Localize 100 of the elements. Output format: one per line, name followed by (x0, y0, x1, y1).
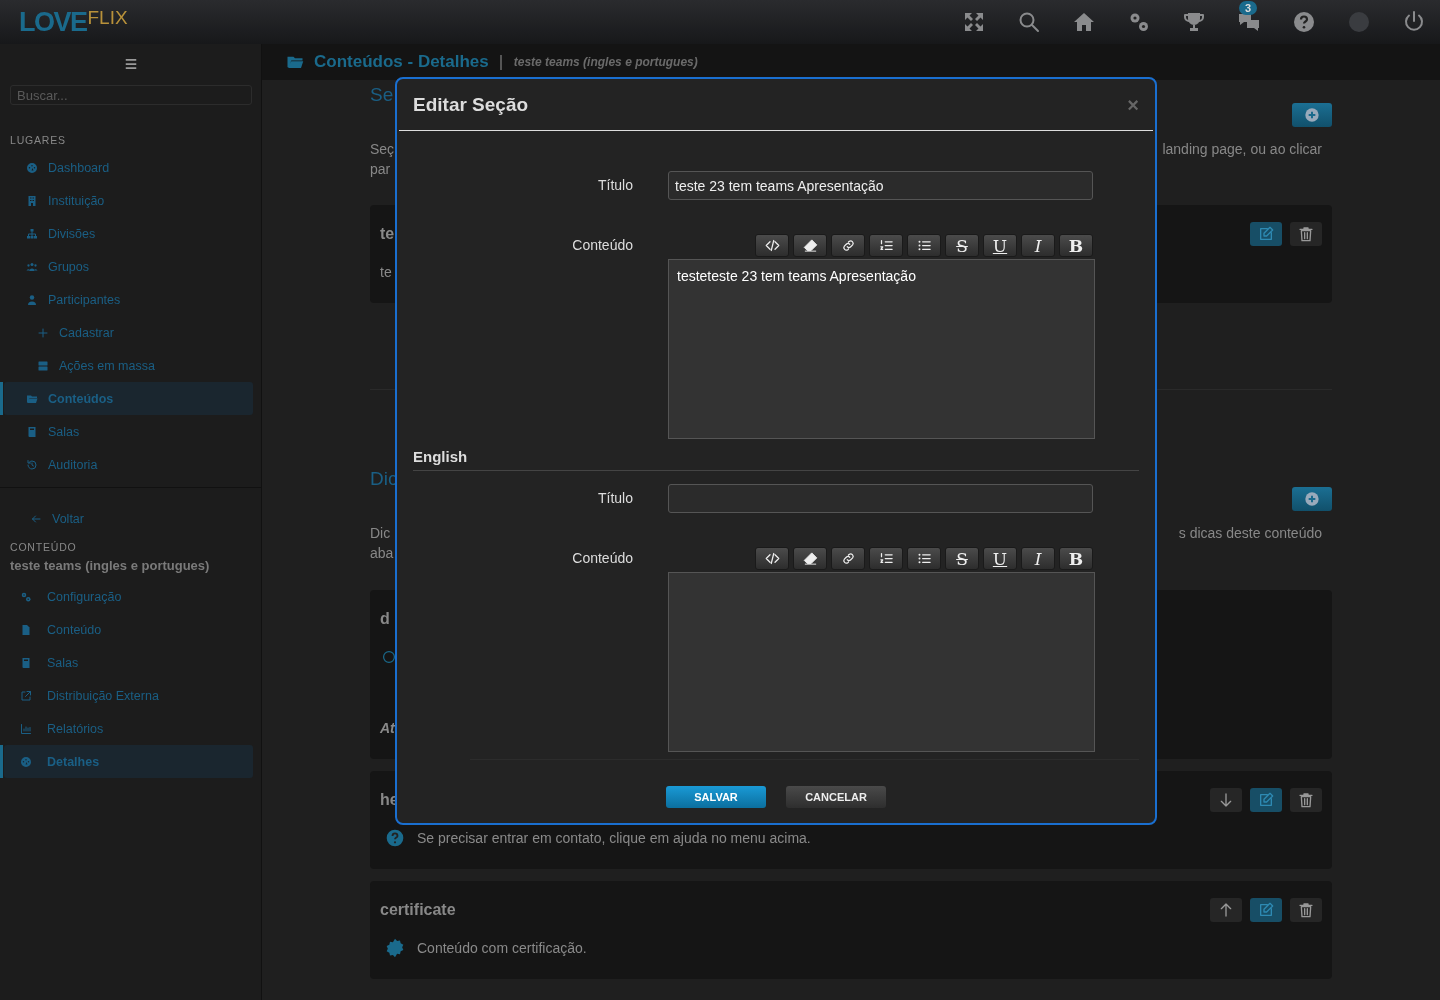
link-button[interactable] (831, 547, 865, 570)
content-title: teste teams (ingles e portugues) (10, 557, 211, 575)
bullet-list-button[interactable] (907, 547, 941, 570)
clear-format-button[interactable] (793, 234, 827, 257)
file-icon (20, 623, 32, 636)
trash-icon (1298, 226, 1314, 242)
gauge-icon (26, 161, 38, 174)
arrow-down-icon (1218, 792, 1234, 808)
edit-button[interactable] (1250, 788, 1282, 812)
move-down-button[interactable] (1210, 788, 1242, 812)
code-icon (764, 551, 780, 566)
edit-button[interactable] (1250, 222, 1282, 246)
back-link[interactable]: Voltar (4, 502, 253, 535)
sidebar-item[interactable]: Dashboard (4, 151, 253, 184)
bullet-list-button[interactable] (907, 234, 941, 257)
edit-icon (1258, 792, 1274, 808)
sitemap-icon (26, 227, 38, 240)
arrow-up-icon (1218, 902, 1234, 918)
ordered-list-button[interactable] (869, 547, 903, 570)
sidebar-item[interactable]: Ações em massa (4, 349, 253, 382)
ordered-list-icon (878, 238, 894, 253)
search-icon[interactable] (1017, 10, 1041, 34)
strikethrough-button[interactable]: S (945, 547, 979, 570)
edit-button[interactable] (1250, 898, 1282, 922)
plus-circle-icon (1304, 491, 1320, 507)
sidebar-item[interactable]: Participantes (4, 283, 253, 316)
sidebar-item[interactable]: Salas (4, 415, 253, 448)
section-heading: Se (370, 83, 394, 107)
link-icon (840, 238, 856, 253)
sidebar-item[interactable]: Salas (4, 646, 253, 679)
trash-icon (1298, 792, 1314, 808)
link-button[interactable] (831, 234, 865, 257)
description-text: Seç (370, 140, 395, 159)
notification-badge: 3 (1239, 1, 1258, 15)
language-heading: English (413, 447, 1139, 471)
code-button[interactable] (755, 234, 789, 257)
eraser-icon (802, 238, 818, 253)
title-field[interactable]: teste 23 tem teams Apresentação (668, 171, 1093, 200)
delete-button[interactable] (1290, 788, 1322, 812)
code-button[interactable] (755, 547, 789, 570)
book-icon (20, 656, 32, 669)
card-title: d (380, 610, 390, 628)
sidebar-item[interactable]: Conteúdo (4, 613, 253, 646)
delete-button[interactable] (1290, 898, 1322, 922)
code-icon (764, 238, 780, 253)
field-label: Conteúdo (571, 549, 633, 568)
menu-icon[interactable] (123, 57, 138, 71)
plus-icon (37, 326, 49, 339)
cancel-button[interactable]: CANCELAR (786, 786, 886, 808)
external-link-icon (20, 689, 32, 702)
add-button[interactable] (1292, 103, 1332, 127)
home-icon[interactable] (1072, 10, 1096, 34)
card-text: At (380, 720, 395, 736)
save-button[interactable]: SALVAR (666, 786, 766, 808)
sidebar-item[interactable]: Divisões (4, 217, 253, 250)
field-label: Conteúdo (571, 236, 633, 255)
content-editor[interactable]: testeteste 23 tem teams Apresentação (668, 259, 1095, 439)
eraser-icon (802, 551, 818, 566)
edit-icon (1258, 226, 1274, 242)
link-icon (840, 551, 856, 566)
card-text: Se precisar entrar em contato, clique em ajuda no menu acima. (417, 830, 811, 846)
move-up-button[interactable] (1210, 898, 1242, 922)
ordered-list-button[interactable] (869, 234, 903, 257)
italic-button[interactable]: I (1021, 547, 1055, 570)
help-icon[interactable] (1292, 10, 1316, 34)
strikethrough-button[interactable]: S (945, 234, 979, 257)
user-icon (26, 293, 38, 306)
sidebar-item[interactable]: Instituição (4, 184, 253, 217)
sidebar-item[interactable]: Auditoria (4, 448, 253, 481)
sidebar-item[interactable]: Relatórios (4, 712, 253, 745)
italic-button[interactable]: I (1021, 234, 1055, 257)
trophy-icon[interactable] (1182, 10, 1206, 34)
bold-button[interactable]: B (1059, 234, 1093, 257)
bar-chart-icon (20, 722, 32, 735)
add-button[interactable] (1292, 487, 1332, 511)
card-text: te (380, 264, 392, 280)
page-subtitle: teste teams (ingles e portugues) (513, 55, 698, 69)
sidebar-item[interactable]: Distribuição Externa (4, 679, 253, 712)
card-title: te (380, 225, 395, 243)
sidebar-item[interactable]: Grupos (4, 250, 253, 283)
bullet-list-icon (916, 551, 932, 566)
underline-button[interactable]: U (983, 547, 1017, 570)
book-icon (26, 425, 38, 438)
search-field[interactable]: Buscar... (10, 85, 252, 105)
field-label: Título (597, 176, 633, 195)
description-text: aba (370, 544, 394, 563)
close-button[interactable]: × (1127, 94, 1139, 115)
title-field[interactable] (668, 484, 1093, 513)
clear-format-button[interactable] (793, 547, 827, 570)
bullet-list-icon (916, 238, 932, 253)
power-icon[interactable] (1402, 10, 1426, 34)
underline-button[interactable]: U (983, 234, 1017, 257)
server-icon (37, 359, 49, 372)
bold-button[interactable]: B (1059, 547, 1093, 570)
sidebar-item[interactable]: Configuração (4, 580, 253, 613)
users-icon (26, 260, 38, 273)
sidebar-item[interactable]: Cadastrar (4, 316, 253, 349)
expand-icon[interactable] (962, 10, 986, 34)
ring-icon (383, 648, 395, 666)
delete-button[interactable] (1290, 222, 1322, 246)
